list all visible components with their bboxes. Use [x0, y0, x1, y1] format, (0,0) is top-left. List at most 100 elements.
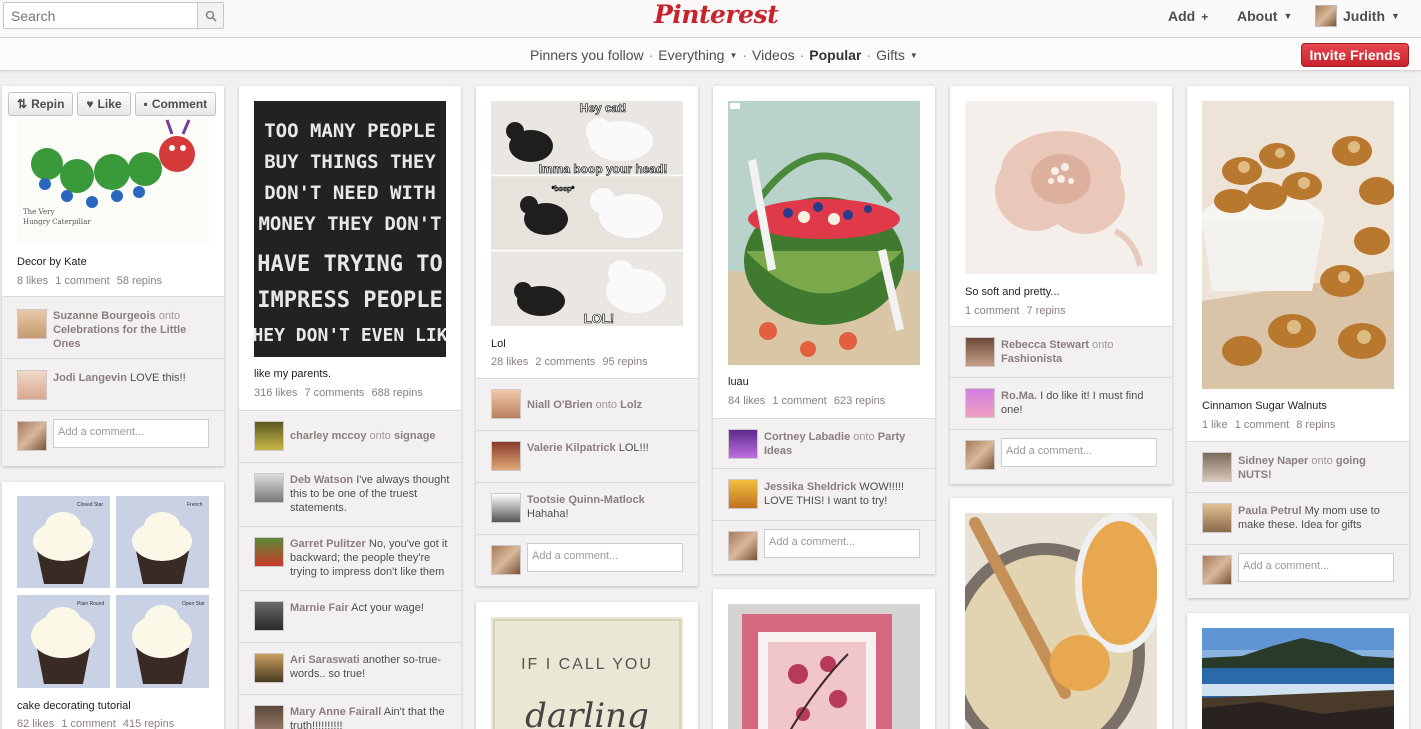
add-comment-input[interactable]: Add a comment... [1001, 438, 1157, 467]
avatar[interactable] [254, 601, 284, 631]
user-link[interactable]: Valerie Kilpatrick [527, 442, 616, 454]
avatar[interactable] [1202, 452, 1232, 482]
user-link[interactable]: Tootsie Quinn-Matlock [527, 494, 645, 506]
poster-text: TOO MANY PEOPLE [264, 120, 436, 142]
meme-caption: LOL! [584, 311, 614, 326]
board-link[interactable]: Celebrations for the Little Ones [53, 324, 186, 350]
user-link[interactable]: charley mccoy [290, 430, 366, 442]
cupcakes-photo: Closed Star French Plain Round Open Star [17, 496, 209, 688]
user-link[interactable]: Rebecca Stewart [1001, 339, 1089, 351]
nav-everything-label: Everything [658, 47, 725, 63]
nav-pinners-you-follow[interactable]: Pinners you follow [530, 47, 644, 63]
board-link[interactable]: signage [394, 430, 436, 442]
search-input[interactable] [4, 3, 198, 28]
user-link[interactable]: Garret Pulitzer [290, 538, 366, 550]
pin-card[interactable]: Hey cat! Imma boop your head! *boop* LOL… [476, 86, 698, 586]
pin-image[interactable] [965, 513, 1157, 729]
board-link[interactable]: Fashionista [1001, 353, 1062, 365]
pin-image[interactable]: The Very Hungry Caterpillar [17, 114, 209, 244]
board-link[interactable]: Lolz [620, 399, 642, 411]
about-label: About [1237, 8, 1278, 24]
user-link[interactable]: Jessika Sheldrick [764, 481, 856, 493]
nav-gifts[interactable]: Gifts ▼ [876, 47, 918, 63]
user-link[interactable]: Mary Anne Fairall [290, 706, 381, 718]
user-link[interactable]: Deb Watson [290, 474, 353, 486]
avatar[interactable] [254, 421, 284, 451]
add-comment-input[interactable]: Add a comment... [53, 419, 209, 448]
chevron-down-icon: ▼ [1391, 11, 1400, 21]
pin-image[interactable] [728, 101, 920, 365]
pin-actions: ⇅ Repin ♥ Like ▪ Comment [8, 92, 217, 116]
add-comment-row: Add a comment... [1187, 544, 1409, 598]
avatar[interactable] [1202, 503, 1232, 533]
activity-text: Mary Anne Fairall Ain't that the truth!!… [290, 705, 450, 729]
darling-print: IF I CALL YOU darling [491, 617, 683, 729]
pin-card[interactable]: TOO MANY PEOPLE BUY THINGS THEY DON'T NE… [239, 86, 461, 729]
onto-label: onto [369, 430, 391, 442]
avatar[interactable] [728, 429, 758, 459]
user-link[interactable]: Marnie Fair [290, 602, 349, 614]
avatar[interactable] [17, 370, 47, 400]
invite-friends-button[interactable]: Invite Friends [1301, 43, 1409, 67]
pin-image[interactable] [965, 101, 1157, 274]
avatar[interactable] [491, 441, 521, 471]
avatar[interactable] [254, 653, 284, 683]
user-link[interactable]: Suzanne Bourgeois [53, 310, 156, 322]
pin-card[interactable] [1187, 613, 1409, 729]
nav-gifts-label: Gifts [876, 47, 905, 63]
avatar[interactable] [254, 705, 284, 729]
avatar[interactable] [965, 388, 995, 418]
avatar[interactable] [728, 479, 758, 509]
pin-card[interactable]: Closed Star French Plain Round Open Star… [2, 482, 224, 729]
pin-card[interactable]: IF I CALL YOU darling [476, 602, 698, 729]
add-comment-input[interactable]: Add a comment... [764, 529, 920, 558]
pin-image[interactable] [1202, 628, 1394, 729]
about-menu[interactable]: About ▼ [1237, 8, 1292, 24]
avatar[interactable] [965, 337, 995, 367]
pin-card[interactable] [950, 498, 1172, 729]
pin-image[interactable]: IF I CALL YOU darling [491, 617, 683, 729]
pin-card[interactable] [713, 589, 935, 729]
nav-popular[interactable]: Popular [809, 47, 861, 63]
pin-stats: 1 like 1 comment 8 repins [1202, 419, 1339, 431]
add-comment-input[interactable]: Add a comment... [527, 543, 683, 572]
avatar[interactable] [254, 537, 284, 567]
user-link[interactable]: Ari Saraswati [290, 654, 360, 666]
comment-button[interactable]: ▪ Comment [134, 92, 217, 116]
pin-card[interactable]: The Very Hungry Caterpillar ⇅ Repin ♥ Like… [2, 86, 224, 466]
pin-image[interactable] [728, 604, 920, 729]
pinterest-logo[interactable]: Pinterest [654, 0, 779, 30]
pin-card[interactable]: Cinnamon Sugar Walnuts 1 like 1 comment … [1187, 86, 1409, 598]
user-link[interactable]: Ro.Ma. [1001, 390, 1037, 402]
avatar[interactable] [254, 473, 284, 503]
user-link[interactable]: Paula Petrul [1238, 505, 1302, 517]
user-link[interactable]: Niall O'Brien [527, 399, 593, 411]
pin-description: Decor by Kate [17, 256, 87, 268]
pin-card[interactable]: So soft and pretty... 1 comment 7 repins… [950, 86, 1172, 484]
pin-image[interactable]: TOO MANY PEOPLE BUY THINGS THEY DON'T NE… [254, 101, 446, 357]
add-comment-input[interactable]: Add a comment... [1238, 553, 1394, 582]
avatar[interactable] [491, 493, 521, 523]
pin-image[interactable] [1202, 101, 1394, 389]
user-link[interactable]: Cortney Labadie [764, 431, 850, 443]
pin-card[interactable]: luau 84 likes 1 comment 623 repins Cortn… [713, 86, 935, 574]
poster-text: THEY DON'T EVEN LIKE [254, 325, 446, 346]
repins-count: 623 repins [833, 395, 886, 407]
user-link[interactable]: Jodi Langevin [53, 372, 127, 384]
pin-stats: 84 likes 1 comment 623 repins [728, 395, 889, 407]
repin-button[interactable]: ⇅ Repin [8, 92, 74, 116]
user-link[interactable]: Sidney Naper [1238, 455, 1308, 467]
avatar[interactable] [17, 309, 47, 339]
pin-image[interactable]: Closed Star French Plain Round Open Star [17, 496, 209, 688]
like-button[interactable]: ♥ Like [77, 92, 131, 116]
user-menu[interactable]: Judith ▼ [1315, 5, 1400, 27]
pin-description: luau [728, 376, 749, 388]
repins-count: 7 repins [1026, 305, 1066, 317]
nav-everything[interactable]: Everything ▼ [658, 47, 737, 63]
add-menu[interactable]: Add + [1168, 8, 1208, 24]
search-button[interactable] [197, 3, 223, 28]
avatar[interactable] [491, 389, 521, 419]
pin-image[interactable]: Hey cat! Imma boop your head! *boop* LOL… [491, 101, 683, 326]
likes-count: 84 likes [728, 395, 766, 407]
nav-videos[interactable]: Videos [752, 47, 795, 63]
